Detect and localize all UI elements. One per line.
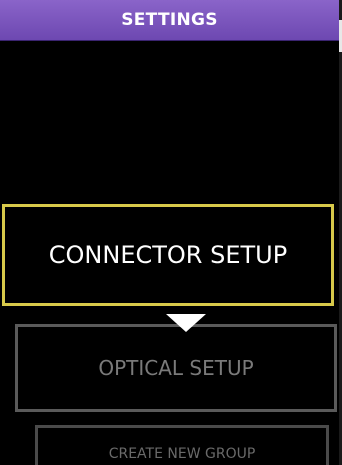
selection-pointer-icon [166, 314, 206, 332]
page-title: SETTINGS [0, 0, 339, 41]
create-new-group-label: CREATE NEW GROUP [108, 446, 256, 462]
optical-setup-button[interactable]: OPTICAL SETUP [15, 324, 337, 412]
connector-setup-button[interactable]: CONNECTOR SETUP [2, 204, 334, 306]
connector-setup-label: CONNECTOR SETUP [48, 241, 288, 269]
optical-setup-label: OPTICAL SETUP [98, 356, 254, 380]
settings-screen: SETTINGS CONNECTOR SETUP OPTICAL SETUP C… [0, 0, 342, 465]
create-new-group-button[interactable]: CREATE NEW GROUP [35, 425, 329, 465]
